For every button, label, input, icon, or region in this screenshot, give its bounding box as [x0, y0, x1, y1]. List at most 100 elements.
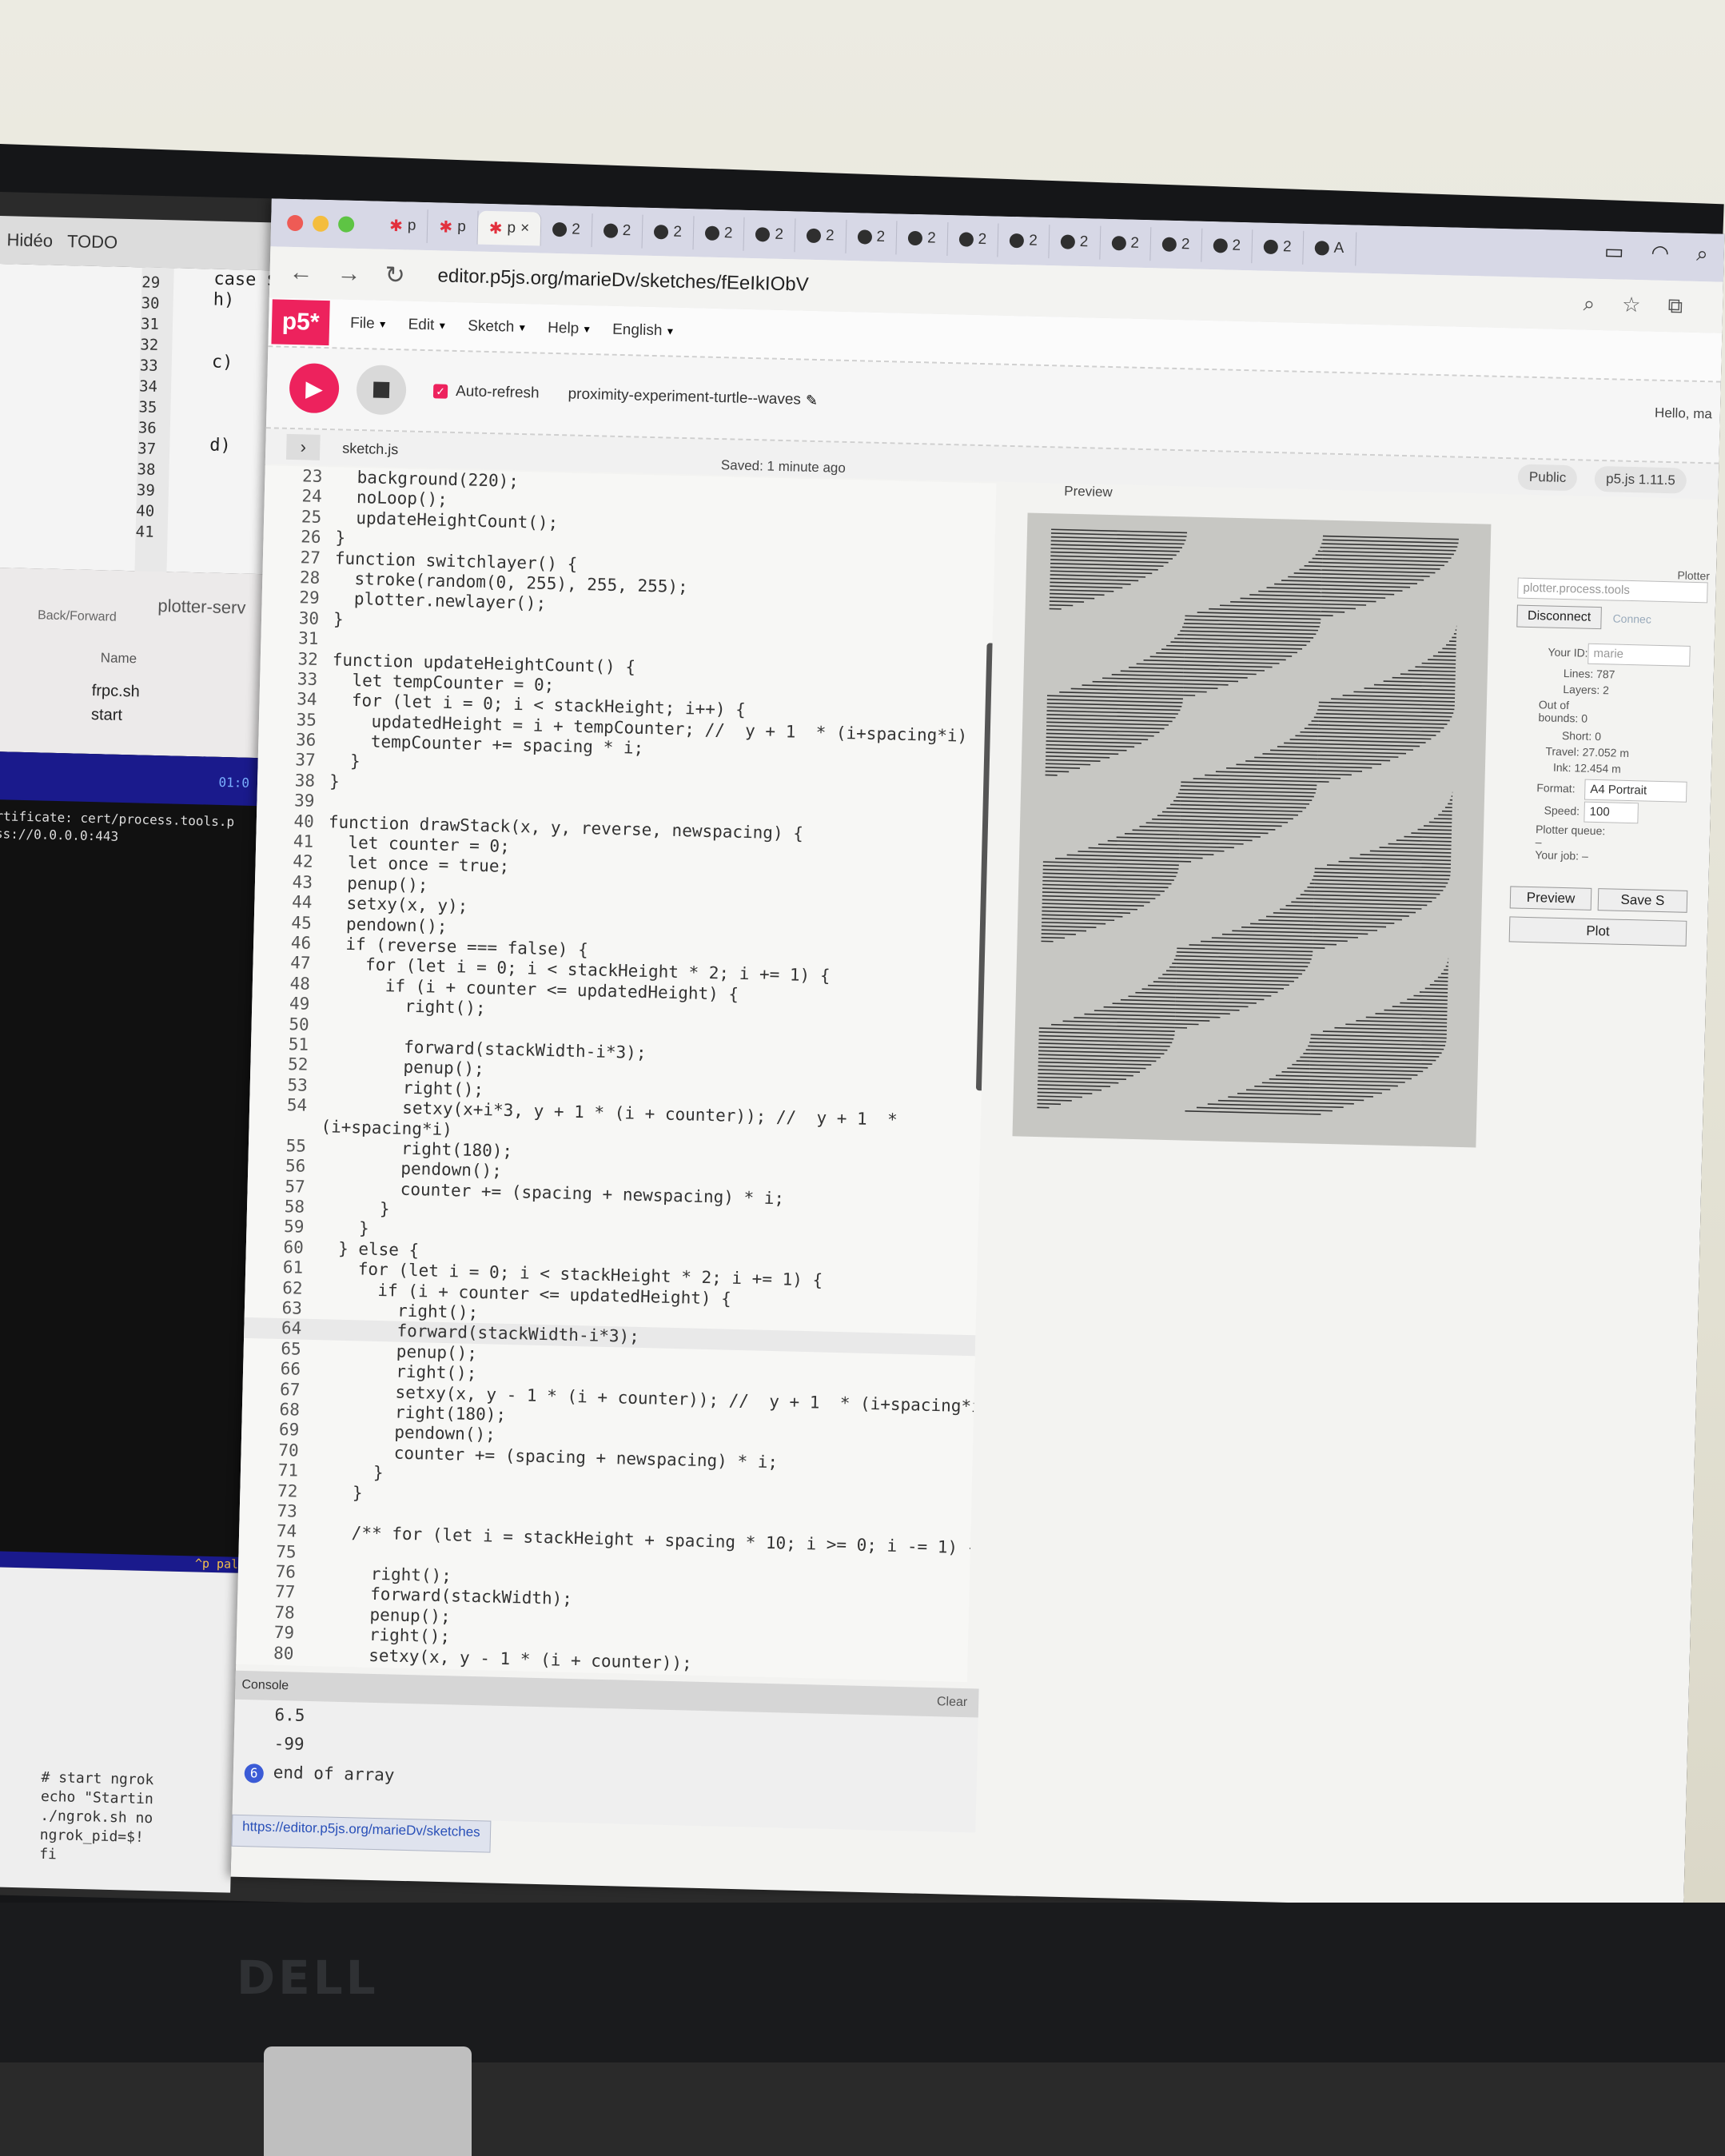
expand-sidebar-button[interactable]: › [285, 433, 321, 460]
forward-arrow-icon[interactable]: → [337, 260, 366, 288]
line-number: 47 [289, 953, 311, 974]
line-number: 75 [275, 1541, 297, 1562]
menu-edit[interactable]: Edit [408, 317, 434, 335]
plotter-host-field[interactable]: plotter.process.tools [1517, 577, 1708, 604]
background-gutter: 29 30 31 32 33 34 35 36 37 38 39 40 41 [134, 267, 174, 577]
globe-icon [704, 225, 720, 241]
browser-tab[interactable]: ✱ p × [477, 210, 542, 246]
browser-tab-label: 2 [978, 230, 987, 249]
line-number: 34 [297, 689, 317, 710]
save-svg-button[interactable]: Save S [1597, 888, 1688, 913]
globe-icon [1213, 238, 1228, 253]
menu-sketch[interactable]: Sketch [468, 317, 515, 336]
browser-tab[interactable]: 2 [795, 218, 847, 253]
your-id-field[interactable]: marie [1588, 643, 1691, 667]
line-number: 63 [281, 1298, 303, 1318]
play-button[interactable]: ▶ [289, 362, 340, 414]
line-number: 45 [291, 912, 313, 933]
close-tab-icon[interactable]: × [520, 220, 530, 237]
user-greeting[interactable]: Hello, ma [1655, 405, 1712, 423]
speed-input[interactable]: 100 [1584, 801, 1639, 824]
background-tab[interactable]: TODO [67, 231, 118, 253]
globe-icon [958, 232, 974, 247]
globe-icon [806, 228, 822, 244]
zoom-icon[interactable]: ⌕ [1583, 291, 1595, 317]
hatch-tile [1049, 528, 1188, 610]
browser-tab[interactable]: 2 [1049, 225, 1101, 260]
globe-icon [1111, 235, 1126, 251]
code-editor[interactable]: 23 background(220); 24 noLoop(); 25 update… [236, 465, 997, 1683]
line-number: 27 [300, 547, 321, 568]
reload-icon[interactable]: ↻ [384, 261, 414, 289]
browser-tab-label: 2 [571, 221, 581, 238]
close-window-button[interactable] [286, 214, 304, 232]
saved-status: Saved: 1 minute ago [720, 457, 847, 476]
version-badge[interactable]: p5.js 1.11.5 [1594, 465, 1687, 494]
line-number: 37 [295, 750, 317, 771]
line-number: 49 [289, 994, 310, 1014]
format-select[interactable]: A4 Portrait [1584, 779, 1687, 803]
browser-tab[interactable]: 2 [896, 221, 949, 256]
sketch-name[interactable]: proximity-experiment-turtle--waves [568, 385, 801, 408]
browser-tab[interactable]: 2 [1099, 225, 1152, 261]
minimize-window-button[interactable] [312, 215, 329, 233]
browser-tab[interactable]: 2 [1252, 229, 1305, 265]
finder-item[interactable]: frpc.sh [91, 682, 141, 701]
auto-refresh-checkbox[interactable]: ✓ [432, 384, 448, 399]
browser-tab[interactable]: 2 [846, 219, 898, 255]
p5-logo[interactable]: p5* [271, 299, 330, 346]
background-tab[interactable]: Hidéo [6, 229, 53, 251]
plot-button[interactable]: Plot [1508, 916, 1687, 946]
stat-lines: Lines: 787 [1563, 666, 1615, 681]
preview-button[interactable]: Preview [1509, 886, 1592, 911]
browser-tab-label: 2 [926, 229, 936, 247]
code-text: } [312, 1461, 384, 1483]
line-number: 28 [299, 568, 321, 588]
stop-icon [372, 381, 390, 398]
battery-icon[interactable]: ▭ [1604, 239, 1624, 265]
line-number [249, 1114, 321, 1137]
menu-language[interactable]: English [612, 321, 663, 341]
search-icon[interactable]: ⌕ [1696, 241, 1708, 267]
background-line-number: 37 [137, 440, 157, 458]
browser-tab[interactable]: 2 [947, 221, 999, 257]
speed-label: Speed: [1544, 803, 1580, 818]
globe-icon [1161, 237, 1177, 252]
browser-tab[interactable]: ✱ p [377, 208, 428, 244]
background-line-number: 33 [139, 357, 158, 375]
finder-title: plotter-serv [157, 595, 246, 618]
browser-tab[interactable]: ✱ p [427, 209, 479, 245]
edit-pencil-icon[interactable]: ✎ [806, 392, 819, 408]
browser-tab[interactable]: 2 [1150, 227, 1202, 262]
browser-tab[interactable]: 2 [592, 213, 643, 249]
extensions-icon[interactable]: ⧉ [1667, 293, 1683, 319]
browser-tab[interactable]: A [1303, 230, 1356, 266]
wifi-icon[interactable]: ◠ [1651, 240, 1669, 266]
background-line-number: 32 [140, 336, 159, 354]
browser-tab[interactable]: 2 [1201, 228, 1253, 264]
browser-tab[interactable]: 2 [693, 216, 745, 251]
menu-file[interactable]: File [350, 315, 375, 333]
hatch-tile [1193, 705, 1319, 783]
browser-tab[interactable]: 2 [743, 217, 796, 253]
browser-tab[interactable]: 2 [642, 214, 695, 250]
browser-tab[interactable]: 2 [998, 223, 1050, 259]
console-clear-button[interactable]: Clear [937, 1695, 968, 1710]
line-number: 67 [279, 1379, 301, 1400]
globe-icon [857, 229, 872, 245]
disconnect-button[interactable]: Disconnect [1516, 604, 1602, 630]
browser-tab[interactable]: 2 [540, 212, 593, 248]
url-field[interactable]: editor.p5js.org/marieDv/sketches/fEeIkIO… [437, 265, 809, 296]
globe-icon [907, 230, 923, 246]
maximize-window-button[interactable] [337, 216, 355, 233]
finder-item[interactable]: start [91, 706, 122, 725]
line-number: 68 [279, 1399, 301, 1420]
public-badge[interactable]: Public [1517, 464, 1578, 492]
menu-help[interactable]: Help [548, 320, 580, 338]
back-arrow-icon[interactable]: ← [289, 259, 318, 287]
bookmark-star-icon[interactable]: ☆ [1622, 293, 1641, 319]
background-code-line [210, 415, 274, 437]
finder-nav[interactable]: Back/Forward [38, 608, 117, 624]
stop-button[interactable] [356, 364, 407, 416]
line-number: 53 [287, 1074, 309, 1095]
